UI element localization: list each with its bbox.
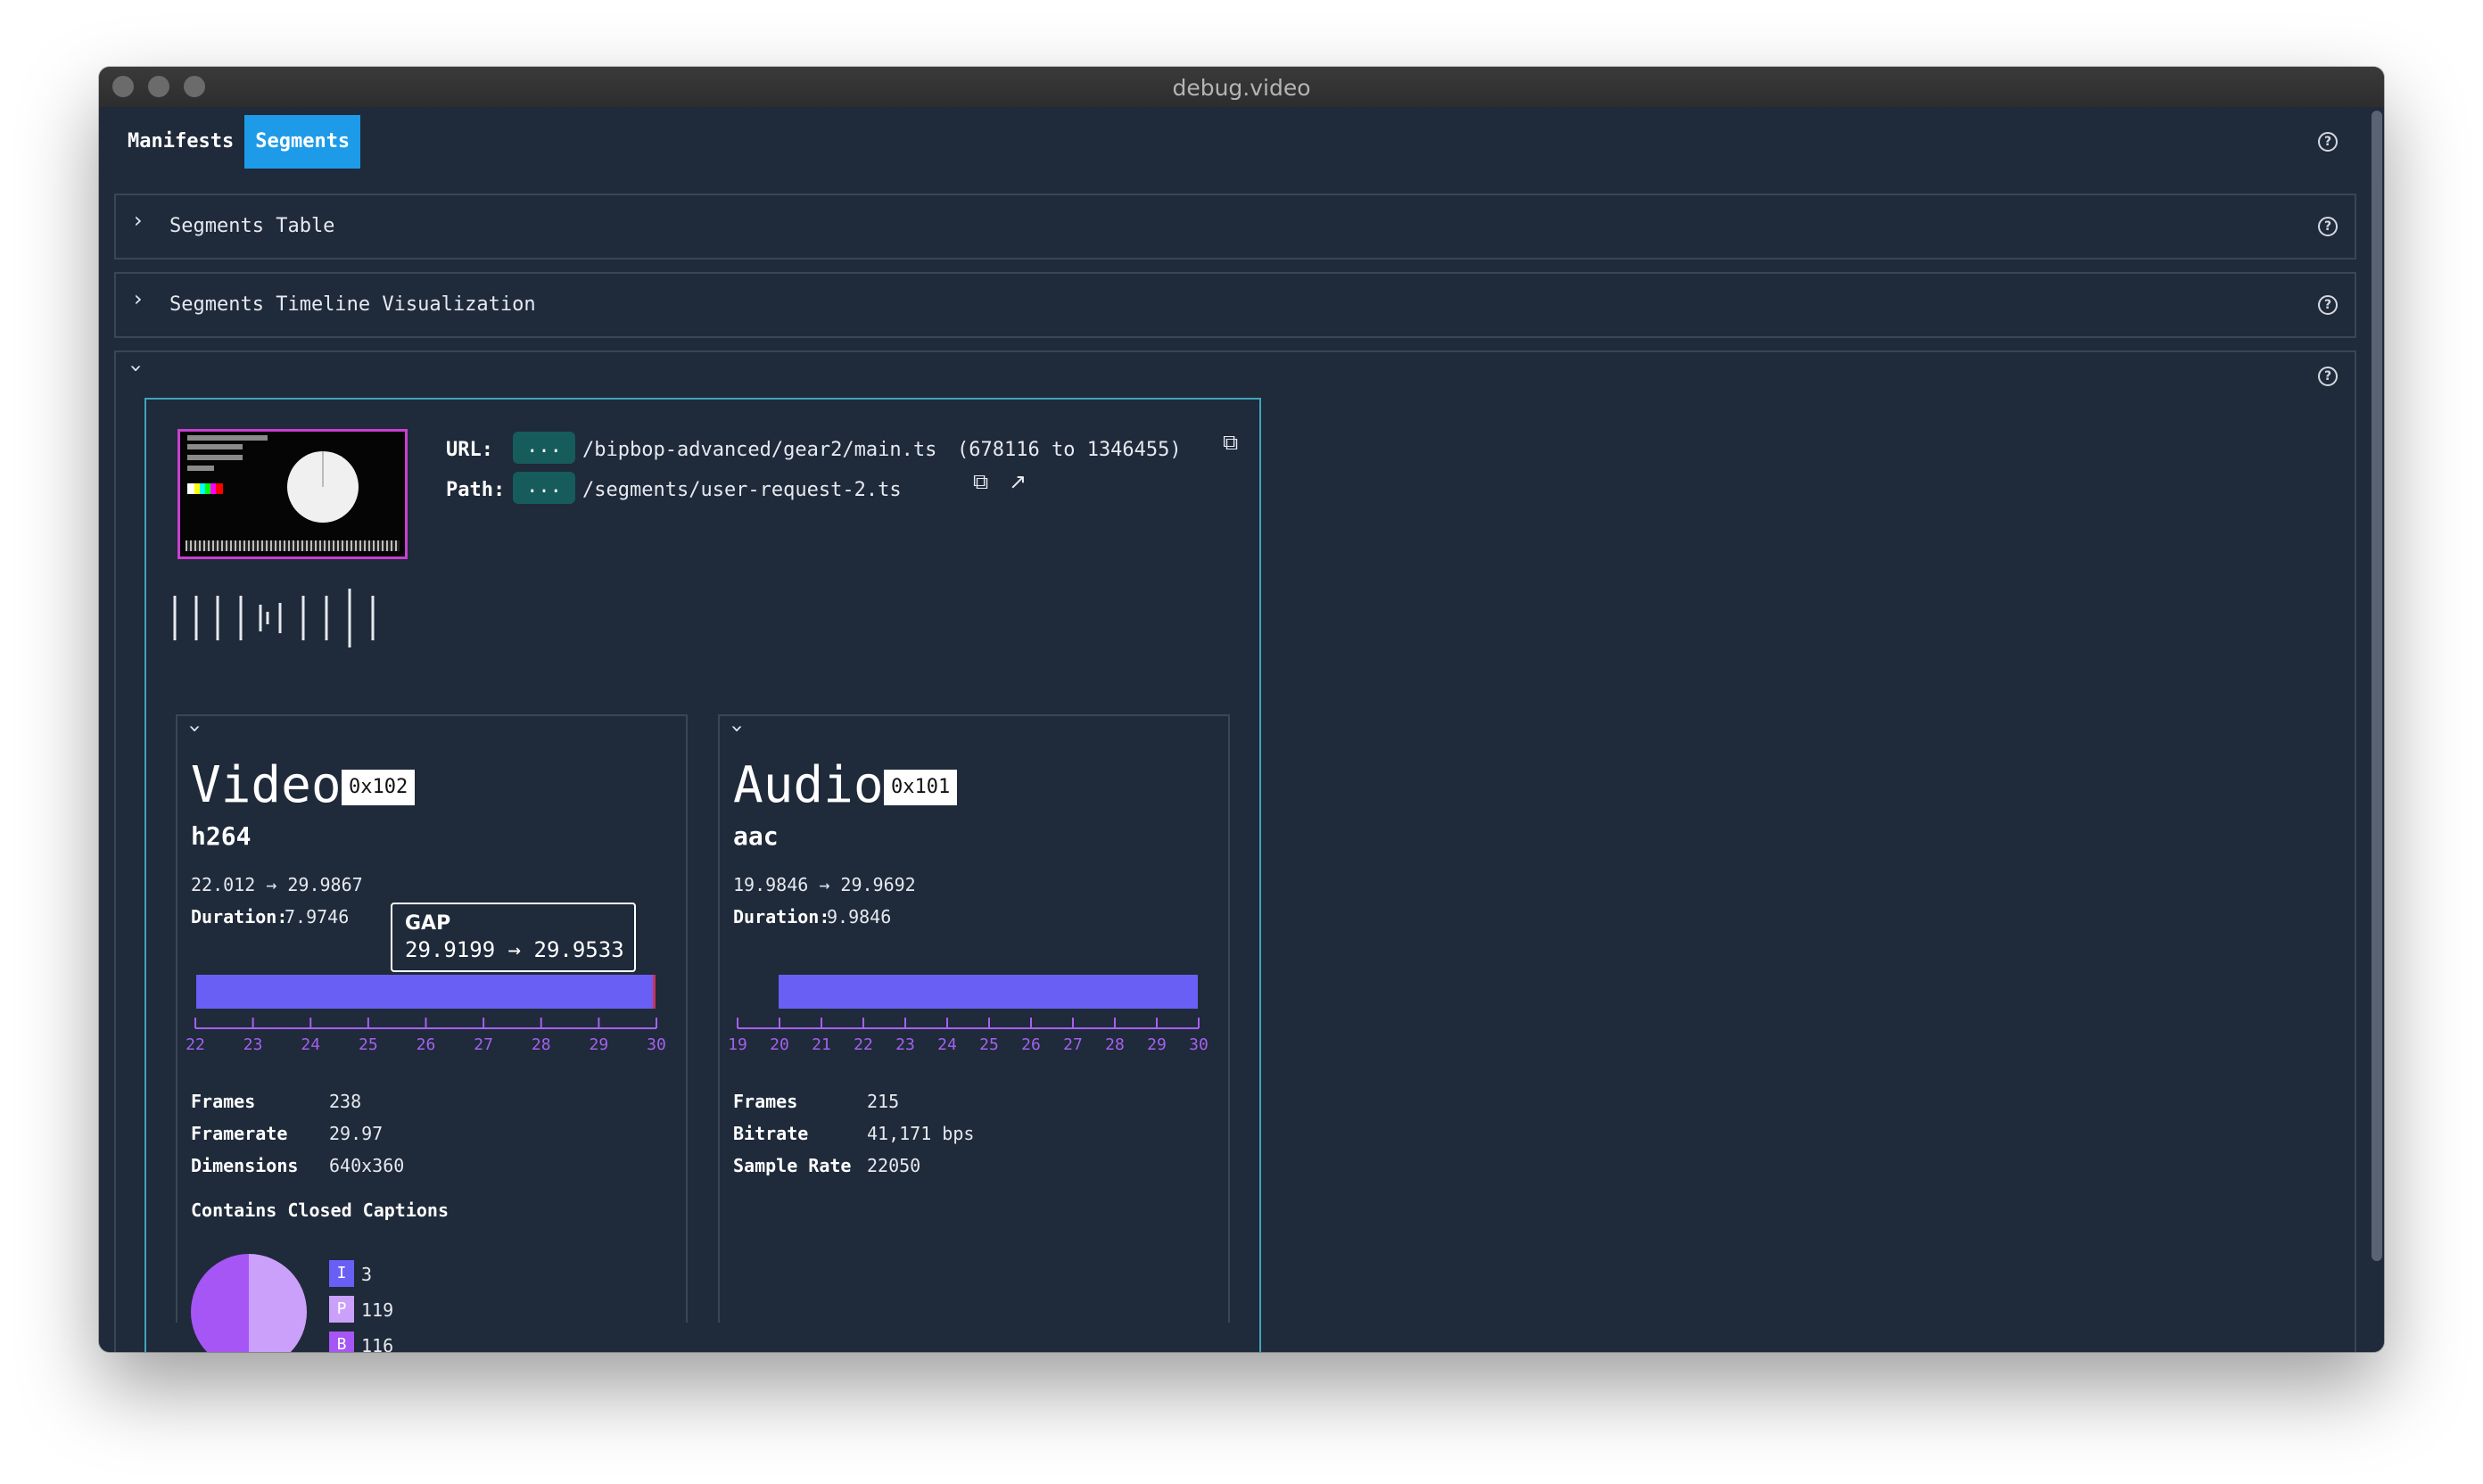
- frame-type-b-count: 116: [361, 1335, 394, 1352]
- video-stat-value: 640x360: [329, 1155, 405, 1176]
- segments-timeline-panel[interactable]: › Segments Timeline Visualization ?: [114, 272, 2356, 338]
- video-axis-tick-label: 29: [590, 1035, 609, 1054]
- help-icon[interactable]: ?: [2318, 217, 2338, 236]
- video-stat-label: Frames: [191, 1091, 256, 1112]
- audio-axis-tick-label: 23: [895, 1035, 915, 1054]
- audio-stat-value: 215: [867, 1091, 900, 1112]
- chevron-right-icon[interactable]: ›: [134, 208, 143, 233]
- audio-axis-tick-label: 30: [1189, 1035, 1209, 1054]
- audio-stat-label: Sample Rate: [733, 1155, 852, 1176]
- video-axis-tick-label: 25: [359, 1035, 378, 1054]
- audio-axis-tick-label: 29: [1147, 1035, 1167, 1054]
- chevron-right-icon[interactable]: ›: [134, 286, 143, 311]
- frame-type-i-count: 3: [361, 1264, 373, 1285]
- video-time-axis: 22 23 24 25 26 27 28 29 30: [186, 1018, 666, 1054]
- audio-axis-tick-label: 25: [979, 1035, 999, 1054]
- video-axis-tick-label: 26: [417, 1035, 436, 1054]
- path-expand-button[interactable]: ...: [513, 472, 575, 504]
- video-stat-label: Framerate: [191, 1123, 288, 1144]
- video-stat-label: Dimensions: [191, 1155, 299, 1176]
- app-window: debug.video Manifests Segments ? › Segme…: [99, 67, 2384, 1352]
- audio-axis-tick-label: 20: [770, 1035, 789, 1054]
- panel-title-segments-table: Segments Table: [169, 215, 335, 237]
- copy-url-icon[interactable]: ⧉: [1223, 430, 1238, 455]
- panel-title-segments-timeline: Segments Timeline Visualization: [169, 293, 536, 316]
- copy-path-icon[interactable]: ⧉: [973, 469, 988, 494]
- path-label: Path:: [446, 479, 506, 501]
- video-axis-tick-label: 27: [474, 1035, 493, 1054]
- tab-manifests[interactable]: Manifests: [117, 115, 244, 169]
- url-expand-button[interactable]: ...: [513, 432, 575, 464]
- main-content: Manifests Segments ? › Segments Table ? …: [99, 107, 2384, 1352]
- frame-type-i-swatch: I: [329, 1260, 354, 1287]
- video-axis-tick-label: 30: [647, 1035, 666, 1054]
- video-axis-tick-label: 22: [186, 1035, 205, 1054]
- path-value: /segments/user-request-2.ts: [582, 479, 902, 501]
- video-stat-value: 29.97: [329, 1123, 384, 1144]
- video-stat-value: 238: [329, 1091, 362, 1112]
- video-axis-tick-label: 23: [243, 1035, 263, 1054]
- tab-segments[interactable]: Segments: [244, 115, 361, 169]
- video-axis-tick-label: 24: [301, 1035, 320, 1054]
- closed-captions-note: Contains Closed Captions: [191, 1200, 449, 1221]
- segment-thumbnail: [177, 429, 408, 559]
- open-external-icon[interactable]: ↗: [1009, 469, 1027, 494]
- video-axis-tick-label: 28: [532, 1035, 551, 1054]
- audio-axis-tick-label: 28: [1105, 1035, 1125, 1054]
- help-icon[interactable]: ?: [2318, 132, 2338, 152]
- audio-stat-value: 22050: [867, 1155, 921, 1176]
- segment-detail: URL: ... /bipbop-advanced/gear2/main.ts …: [144, 398, 1261, 1352]
- help-icon[interactable]: ?: [2318, 295, 2338, 315]
- vertical-scrollbar[interactable]: [2372, 111, 2382, 1261]
- audio-axis-tick-label: 21: [812, 1035, 831, 1054]
- audio-stat-value: 41,171 bps: [867, 1123, 975, 1144]
- chevron-down-icon[interactable]: ›: [124, 364, 149, 373]
- audio-track-card: › Audio 0x101 aac 19.9846 → 29.9692 Dura…: [718, 714, 1230, 1323]
- frame-type-p-count: 119: [361, 1299, 394, 1321]
- audio-axis-tick-label: 22: [854, 1035, 873, 1054]
- audio-time-axis: 19 20 21 22 23 24 25 26 27 28 29 30: [728, 1018, 1209, 1054]
- url-path: /bipbop-advanced/gear2/main.ts: [582, 439, 937, 461]
- segments-table-panel[interactable]: › Segments Table ?: [114, 194, 2356, 260]
- audio-stat-label: Bitrate: [733, 1123, 809, 1144]
- frame-type-pie-chart: [191, 1254, 307, 1352]
- url-byte-range: (678116 to 1346455): [957, 439, 1182, 461]
- help-icon[interactable]: ?: [2318, 367, 2338, 386]
- audio-axis-tick-label: 19: [728, 1035, 747, 1054]
- audio-waveform: [173, 589, 375, 647]
- url-label: URL:: [446, 439, 493, 461]
- frame-type-b-swatch: B: [329, 1331, 354, 1352]
- video-track-card: › Video 0x102 h264 22.012 → 29.9867 Dura…: [176, 714, 688, 1352]
- frame-type-p-swatch: P: [329, 1296, 354, 1323]
- title-bar: debug.video: [99, 67, 2384, 108]
- audio-axis-tick-label: 26: [1021, 1035, 1041, 1054]
- audio-axis-tick-label: 27: [1063, 1035, 1083, 1054]
- audio-stat-label: Frames: [733, 1091, 798, 1112]
- tab-bar: Manifests Segments: [117, 115, 361, 169]
- window-title: debug.video: [1172, 75, 1311, 101]
- audio-axis-tick-label: 24: [937, 1035, 957, 1054]
